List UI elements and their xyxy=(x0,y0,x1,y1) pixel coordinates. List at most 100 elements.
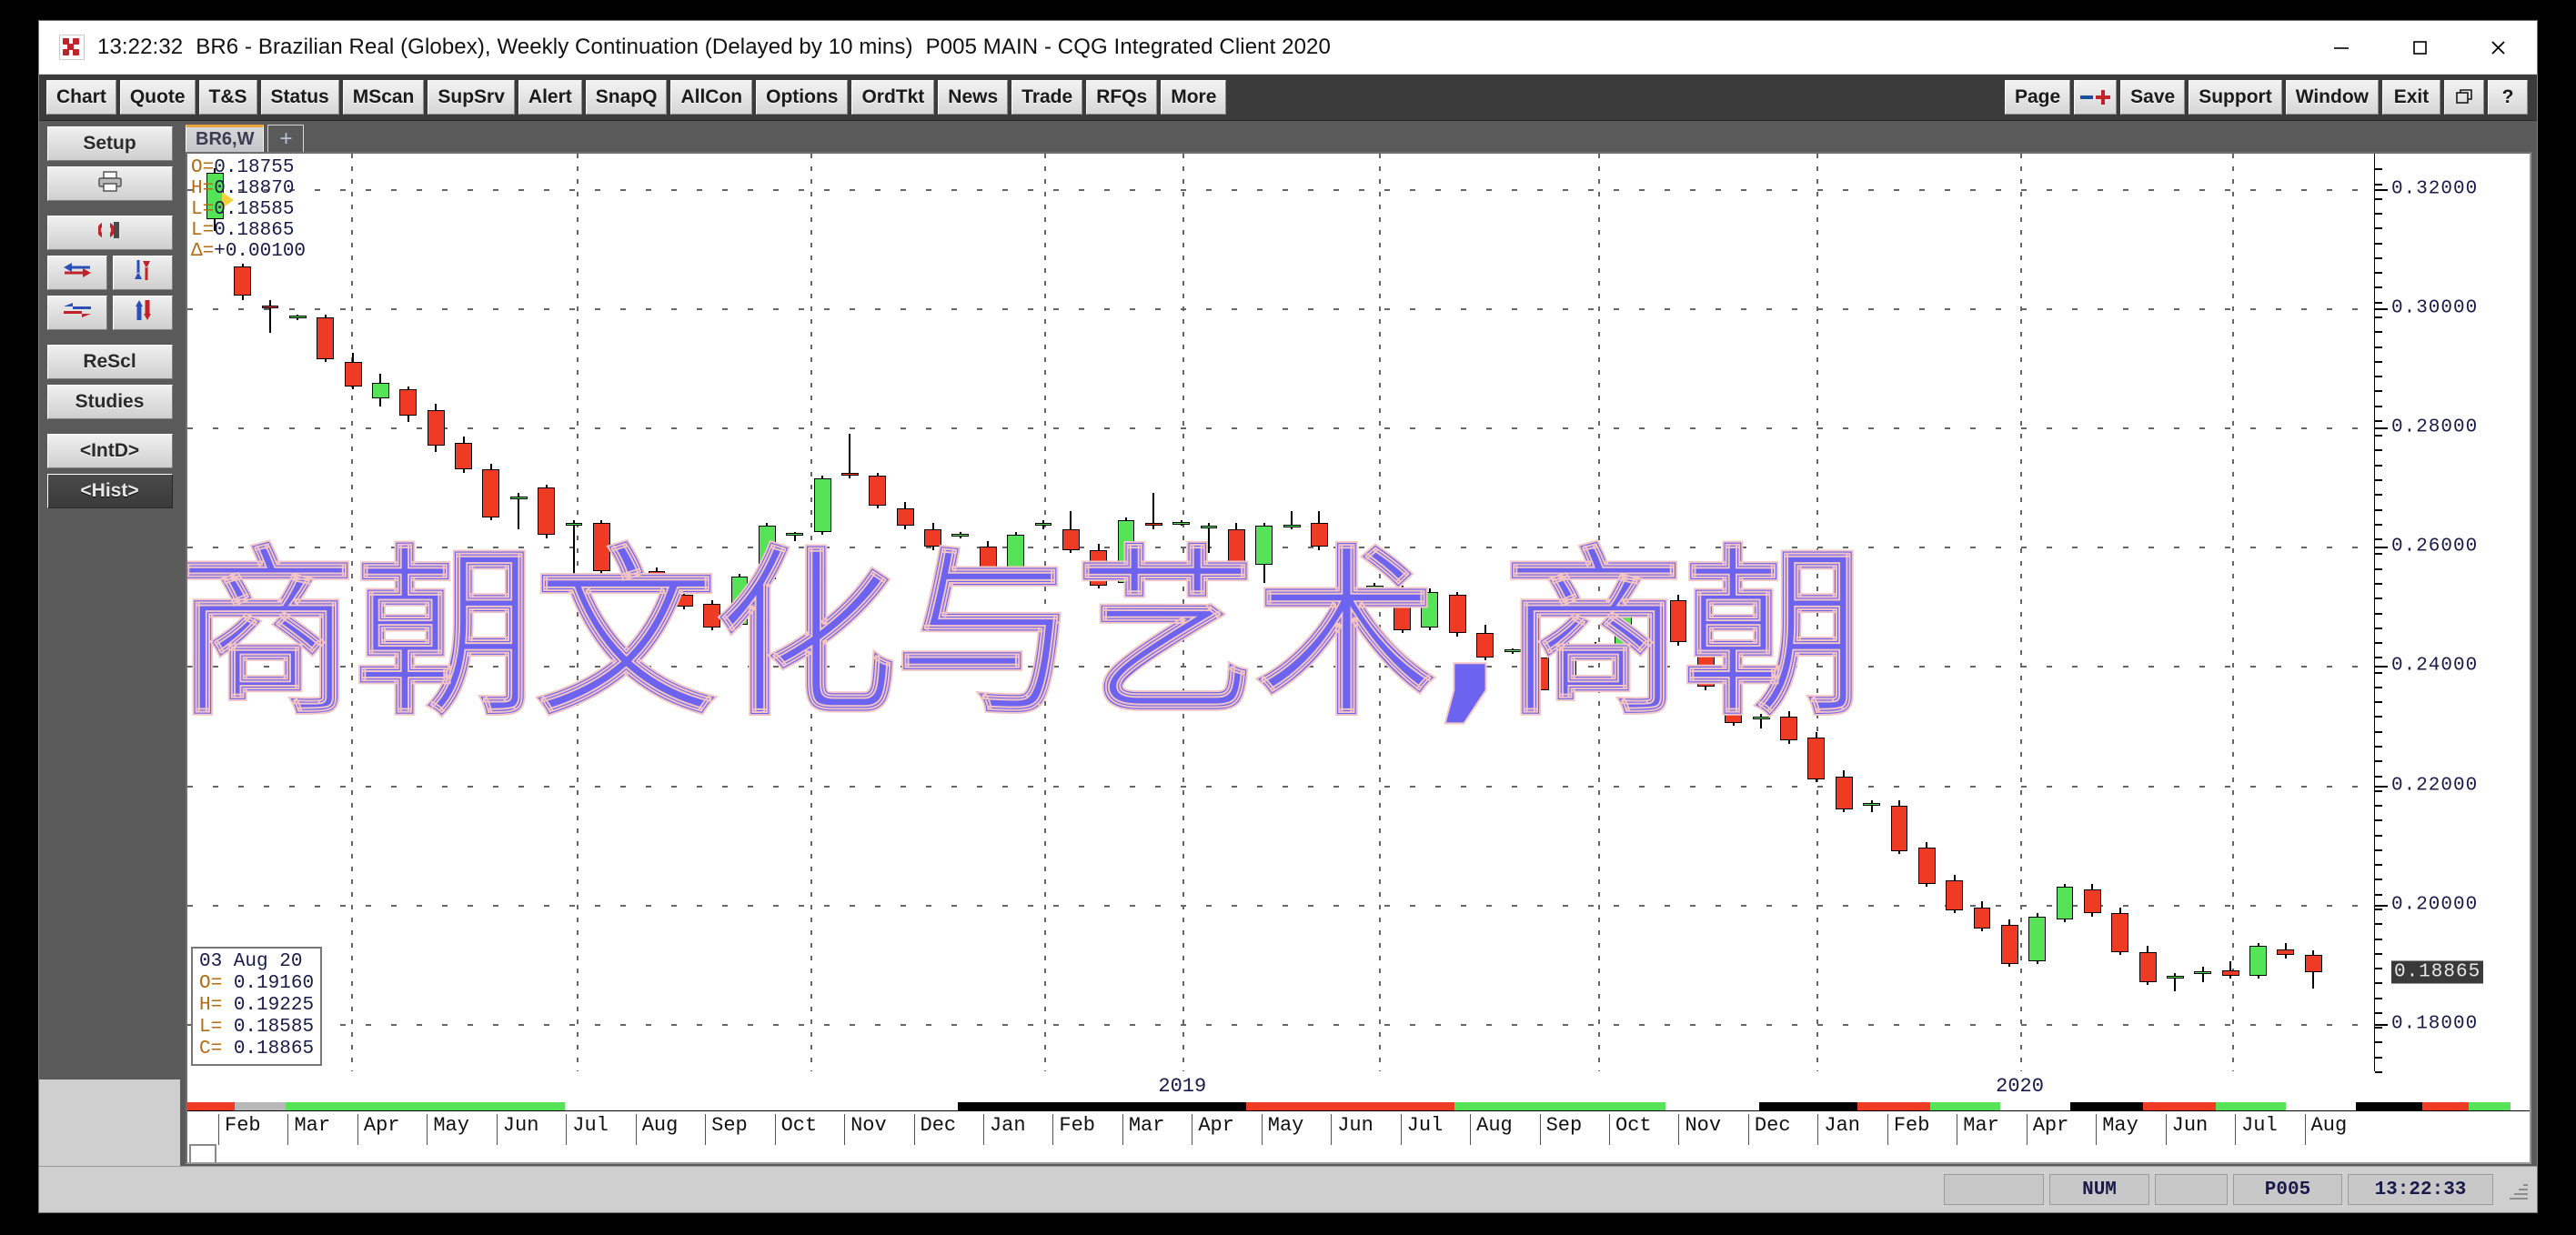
collapse-horizontal-button[interactable] xyxy=(46,296,107,330)
gridline-vertical xyxy=(1816,154,1818,1071)
price-axis-minor-tick xyxy=(2375,376,2382,378)
toolbar-button-chart[interactable]: Chart xyxy=(46,80,116,115)
toolbar-button-more[interactable]: More xyxy=(1161,80,1227,115)
rescale-button[interactable]: ReScl xyxy=(46,345,173,379)
cursor-data-box: 03 Aug 20 O= 0.19160 H= 0.19225 L= 0.185… xyxy=(191,947,323,1066)
candle-body-down xyxy=(1835,776,1853,809)
add-tab-button[interactable]: + xyxy=(267,125,305,152)
year-label: 2020 xyxy=(1996,1075,2044,1098)
toolbar-button-options[interactable]: Options xyxy=(756,80,849,115)
candlestick xyxy=(1228,523,1245,566)
toolbar-button-supsrv[interactable]: SupSrv xyxy=(428,80,515,115)
price-axis-minor-tick xyxy=(2375,597,2382,600)
window-button[interactable]: Window xyxy=(2285,80,2379,115)
price-axis-minor-tick xyxy=(2375,730,2382,733)
toolbar-button-ordtkt[interactable]: OrdTkt xyxy=(851,80,935,115)
candle-body-down xyxy=(1669,600,1687,643)
candlestick xyxy=(1365,582,1384,592)
ohlc-open-value: 0.18755 xyxy=(214,157,295,178)
month-label: Aug xyxy=(635,1114,705,1145)
gridline-horizontal xyxy=(187,666,2374,668)
toolbar-button-trade[interactable]: Trade xyxy=(1011,80,1083,115)
exit-button[interactable]: Exit xyxy=(2382,80,2440,115)
candle-body-down xyxy=(1228,528,1245,562)
setup-button[interactable]: Setup xyxy=(46,126,173,161)
save-button[interactable]: Save xyxy=(2120,80,2186,115)
ohlc-high-label: H= xyxy=(191,178,215,199)
candle-body-up xyxy=(2028,916,2047,961)
toolbar-button-allcon[interactable]: AllCon xyxy=(670,80,753,115)
candle-body-down xyxy=(1946,880,1964,911)
pan-vertical-button[interactable] xyxy=(112,256,173,290)
minimize-button[interactable] xyxy=(2302,21,2380,74)
price-plot[interactable]: O=0.18755 H=0.18870 L=0.18585 L=0.18865 … xyxy=(187,154,2374,1071)
ohlc-delta-value: +0.00100 xyxy=(214,241,307,262)
gridline-horizontal xyxy=(187,1023,2374,1026)
split-vertical-button[interactable] xyxy=(112,296,173,330)
price-axis-tick xyxy=(2375,666,2388,668)
season-segment xyxy=(2215,1102,2287,1110)
month-label: Jul xyxy=(1400,1114,1470,1145)
candle-wick xyxy=(2201,967,2204,982)
candlestick xyxy=(234,264,252,300)
toolbar-button-quote[interactable]: Quote xyxy=(119,80,196,115)
help-icon[interactable]: ? xyxy=(2488,80,2528,115)
chart-wrapper: O=0.18755 H=0.18870 L=0.18585 L=0.18865 … xyxy=(182,152,2537,1166)
close-button[interactable] xyxy=(2459,21,2537,74)
intraday-button[interactable]: <IntD> xyxy=(46,434,173,468)
magnet-snap-button[interactable] xyxy=(46,216,173,250)
candlestick xyxy=(1062,511,1080,553)
printer-icon xyxy=(97,170,123,197)
price-axis[interactable]: 0.32000 0.30000 0.28000 0.26000 0.24000 0.220… xyxy=(2374,154,2530,1073)
candlestick xyxy=(786,532,804,541)
month-label: Jan xyxy=(1817,1114,1887,1145)
historical-button[interactable]: <Hist> xyxy=(46,474,173,508)
candle-body-down xyxy=(344,362,362,387)
status-blank-2 xyxy=(2155,1174,2228,1205)
toolbar-button-rfqs[interactable]: RFQs xyxy=(1086,80,1158,115)
toolbar-button-status[interactable]: Status xyxy=(260,80,339,115)
toolbar-button-mscan[interactable]: MScan xyxy=(342,80,425,115)
resize-grip-icon[interactable] xyxy=(2504,1178,2528,1201)
maximize-button[interactable] xyxy=(2380,21,2459,74)
studies-button[interactable]: Studies xyxy=(46,385,173,419)
application-window: 13:22:32 BR6 - Brazilian Real (Globex), W… xyxy=(38,20,2538,1213)
time-axis[interactable]: 2019 2020 Feb Mar Apr May Jun Jul Aug Sep Oct Nov D… xyxy=(187,1071,2530,1162)
price-axis-minor-tick xyxy=(2375,567,2382,570)
season-segment xyxy=(2286,1102,2357,1110)
candle-body-down xyxy=(1090,549,1108,586)
month-label-row: Feb Mar Apr May Jun Jul Aug Sep Oct Nov Dec Jan Feb M… xyxy=(187,1110,2530,1162)
toolbar-button-snapq[interactable]: SnapQ xyxy=(585,80,668,115)
app-icon xyxy=(59,35,85,60)
zoom-in-out-icon[interactable] xyxy=(2074,80,2118,115)
candle-body-down xyxy=(2083,889,2101,914)
restore-icon[interactable] xyxy=(2444,80,2484,115)
toolbar-button-news[interactable]: News xyxy=(938,80,1009,115)
page-button[interactable]: Page xyxy=(2004,80,2071,115)
title-session: P005 MAIN - CQG Integrated Client 2020 xyxy=(925,35,1331,59)
year-label-row: 2019 2020 xyxy=(187,1071,2530,1102)
pan-horizontal-button[interactable] xyxy=(46,256,107,290)
candle-body-up xyxy=(1200,526,1218,529)
gridline-vertical xyxy=(810,154,813,1071)
price-axis-minor-tick xyxy=(2375,390,2382,393)
chart-tab-br6w[interactable]: BR6,W xyxy=(186,125,265,152)
candle-wick xyxy=(572,519,575,583)
candlestick xyxy=(538,484,555,538)
print-button[interactable] xyxy=(46,166,173,201)
candlestick xyxy=(2056,883,2074,923)
price-axis-minor-tick xyxy=(2375,997,2382,999)
window-title: 13:22:32 BR6 - Brazilian Real (Globex), W… xyxy=(97,35,1331,60)
axis-scroll-button[interactable] xyxy=(189,1144,216,1162)
season-color-bar xyxy=(187,1102,2530,1110)
candle-body-down xyxy=(1890,806,1908,851)
candle-body-down xyxy=(317,317,335,360)
candle-body-down xyxy=(896,507,914,527)
price-axis-minor-tick xyxy=(2375,775,2382,778)
support-button[interactable]: Support xyxy=(2189,80,2282,115)
toolbar-right-group: Page Save Support Window Exit ? xyxy=(2003,75,2530,120)
season-segment xyxy=(234,1102,287,1110)
toolbar-button-alert[interactable]: Alert xyxy=(518,80,582,115)
toolbar-button-ts[interactable]: T&S xyxy=(198,80,257,115)
candlestick xyxy=(2221,960,2239,979)
